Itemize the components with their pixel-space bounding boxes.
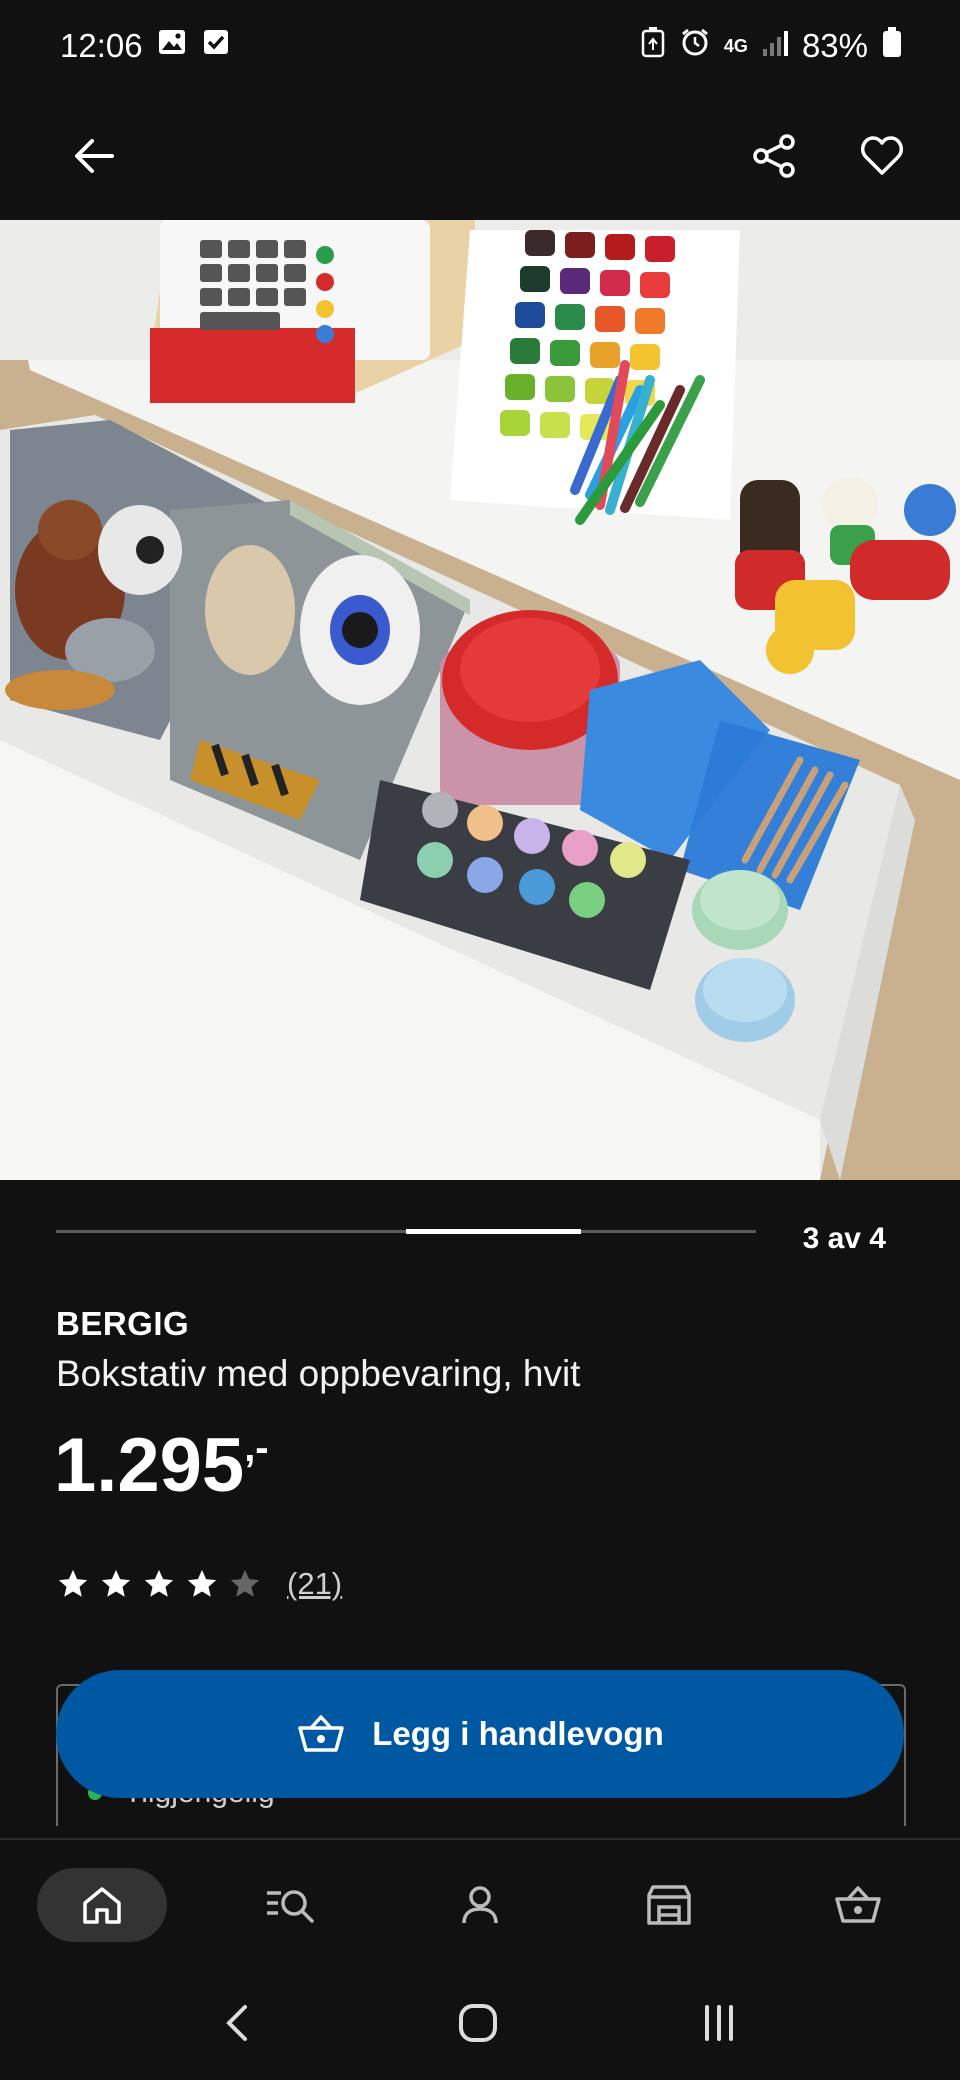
nav-profile[interactable] [415,1868,545,1942]
share-button[interactable] [746,128,802,184]
nav-cart[interactable] [793,1868,923,1942]
product-image[interactable] [0,220,960,1180]
price-suffix: ,- [244,1426,269,1470]
nav-search[interactable] [226,1868,356,1942]
basket-icon [298,1715,344,1752]
battery-icon [882,26,902,66]
status-bar: 12:06 4G 83% [0,0,960,92]
star-icon [58,1569,88,1597]
home-icon [83,1887,122,1924]
share-icon [753,134,795,178]
network-label: 4G [723,36,748,56]
arrow-left-icon [75,139,114,173]
image-carousel-indicator[interactable] [56,1224,756,1238]
star-icon [101,1569,131,1597]
alarm-icon [680,27,710,65]
add-to-cart-label: Legg i handlevogn [372,1715,664,1752]
product-brand: BERGIG [56,1305,190,1342]
favorite-button[interactable] [854,128,910,184]
review-count-link[interactable]: (21) [287,1566,342,1602]
battery-saver-icon [640,26,666,66]
person-icon [462,1886,498,1924]
image-counter: 3 av 4 [802,1222,886,1255]
system-home-button[interactable] [456,2001,500,2050]
carousel-track [56,1228,756,1234]
star-icon [144,1569,174,1597]
system-back-button[interactable] [219,2001,259,2050]
nav-stores[interactable] [604,1868,734,1942]
product-rating[interactable]: (21) [56,1566,342,1602]
add-to-cart-button[interactable]: Legg i handlevogn [56,1670,904,1798]
signal-icon [762,27,788,65]
bottom-navigation [0,1838,960,1970]
battery-percent: 83% [801,27,868,64]
home-circle-icon [458,2003,497,2042]
store-icon [647,1885,691,1925]
basket-icon [834,1886,881,1923]
search-list-icon [267,1890,314,1923]
app-bar [0,92,960,220]
checkbox-notification-icon [201,27,231,65]
carousel-progress [406,1228,581,1234]
system-navigation [0,1970,960,2080]
product-description: Bokstativ med oppbevaring, hvit [56,1353,581,1394]
back-button[interactable] [66,128,122,184]
star-empty-icon [230,1569,260,1597]
back-icon [225,2004,247,2041]
system-recents-button[interactable] [697,2001,741,2050]
star-icon [187,1569,217,1597]
nav-home[interactable] [37,1868,168,1942]
product-price: 1.295 ,- [54,1422,269,1509]
network-4g-icon: 4G [723,36,748,56]
heart-icon [861,136,903,175]
recents-icon [705,2004,734,2041]
status-time: 12:06 [60,27,143,64]
gallery-icon [157,27,187,65]
price-value: 1.295 [54,1423,245,1508]
